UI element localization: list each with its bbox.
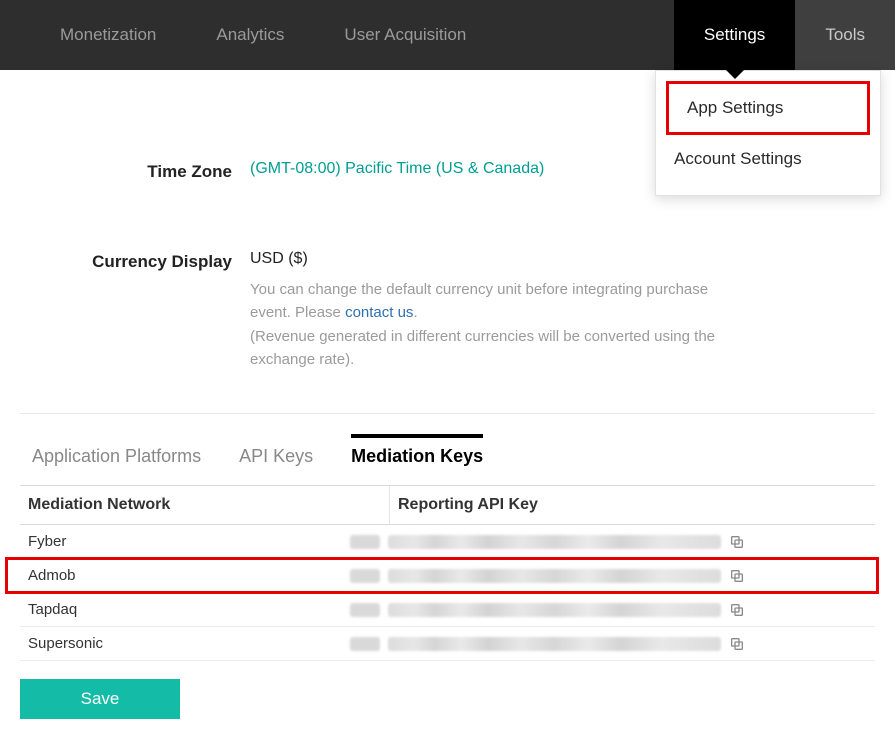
nav-monetization[interactable]: Monetization — [30, 0, 186, 70]
dropdown-account-settings[interactable]: Account Settings — [656, 135, 880, 183]
tab-api-keys[interactable]: API Keys — [239, 438, 313, 475]
copy-icon[interactable] — [729, 568, 745, 584]
cell-api-key — [350, 534, 875, 550]
contact-us-link[interactable]: contact us — [345, 304, 413, 321]
copy-icon[interactable] — [729, 636, 745, 652]
table-row: Admob — [20, 559, 875, 593]
settings-dropdown: App Settings Account Settings — [655, 70, 881, 196]
nav-settings[interactable]: Settings — [674, 0, 795, 70]
currency-value: USD ($) — [250, 250, 308, 267]
cell-network: Admob — [20, 567, 350, 584]
copy-icon[interactable] — [729, 602, 745, 618]
tab-mediation-keys[interactable]: Mediation Keys — [351, 434, 483, 475]
api-key-obscured — [388, 569, 721, 583]
save-button[interactable]: Save — [20, 679, 180, 719]
api-key-id-obscured — [350, 603, 380, 617]
api-key-obscured — [388, 535, 721, 549]
nav-spacer — [496, 0, 674, 70]
api-key-obscured — [388, 637, 721, 651]
header-reporting-api-key: Reporting API Key — [390, 486, 875, 524]
api-key-obscured — [388, 603, 721, 617]
nav-analytics[interactable]: Analytics — [186, 0, 314, 70]
top-nav: Monetization Analytics User Acquisition … — [0, 0, 895, 70]
tab-application-platforms[interactable]: Application Platforms — [32, 438, 201, 475]
row-currency: Currency Display USD ($) You can change … — [20, 194, 875, 383]
value-currency: USD ($) You can change the default curre… — [250, 250, 875, 371]
api-key-id-obscured — [350, 569, 380, 583]
dropdown-app-settings[interactable]: App Settings — [666, 81, 870, 135]
cell-api-key — [350, 636, 875, 652]
header-mediation-network: Mediation Network — [20, 486, 390, 524]
timezone-link[interactable]: (GMT-08:00) Pacific Time (US & Canada) — [250, 160, 544, 177]
table-row: Supersonic — [20, 627, 875, 661]
tabs: Application Platforms API Keys Mediation… — [20, 414, 875, 485]
cell-api-key — [350, 602, 875, 618]
table-header: Mediation Network Reporting API Key — [20, 485, 875, 525]
cell-network: Fyber — [20, 533, 350, 550]
api-key-id-obscured — [350, 535, 380, 549]
currency-hint-post: . — [413, 304, 417, 321]
cell-network: Supersonic — [20, 635, 350, 652]
api-key-id-obscured — [350, 637, 380, 651]
nav-user-acquisition[interactable]: User Acquisition — [314, 0, 496, 70]
mediation-table: Mediation Network Reporting API Key Fybe… — [20, 485, 875, 661]
currency-hint: You can change the default currency unit… — [250, 278, 730, 371]
table-row: Fyber — [20, 525, 875, 559]
currency-hint-note: (Revenue generated in different currenci… — [250, 328, 715, 368]
table-row: Tapdaq — [20, 593, 875, 627]
label-timezone: Time Zone — [20, 160, 250, 182]
cell-network: Tapdaq — [20, 601, 350, 618]
cell-api-key — [350, 568, 875, 584]
label-currency: Currency Display — [20, 250, 250, 371]
currency-hint-pre: You can change the default currency unit… — [250, 281, 708, 321]
nav-tools[interactable]: Tools — [795, 0, 895, 70]
copy-icon[interactable] — [729, 534, 745, 550]
